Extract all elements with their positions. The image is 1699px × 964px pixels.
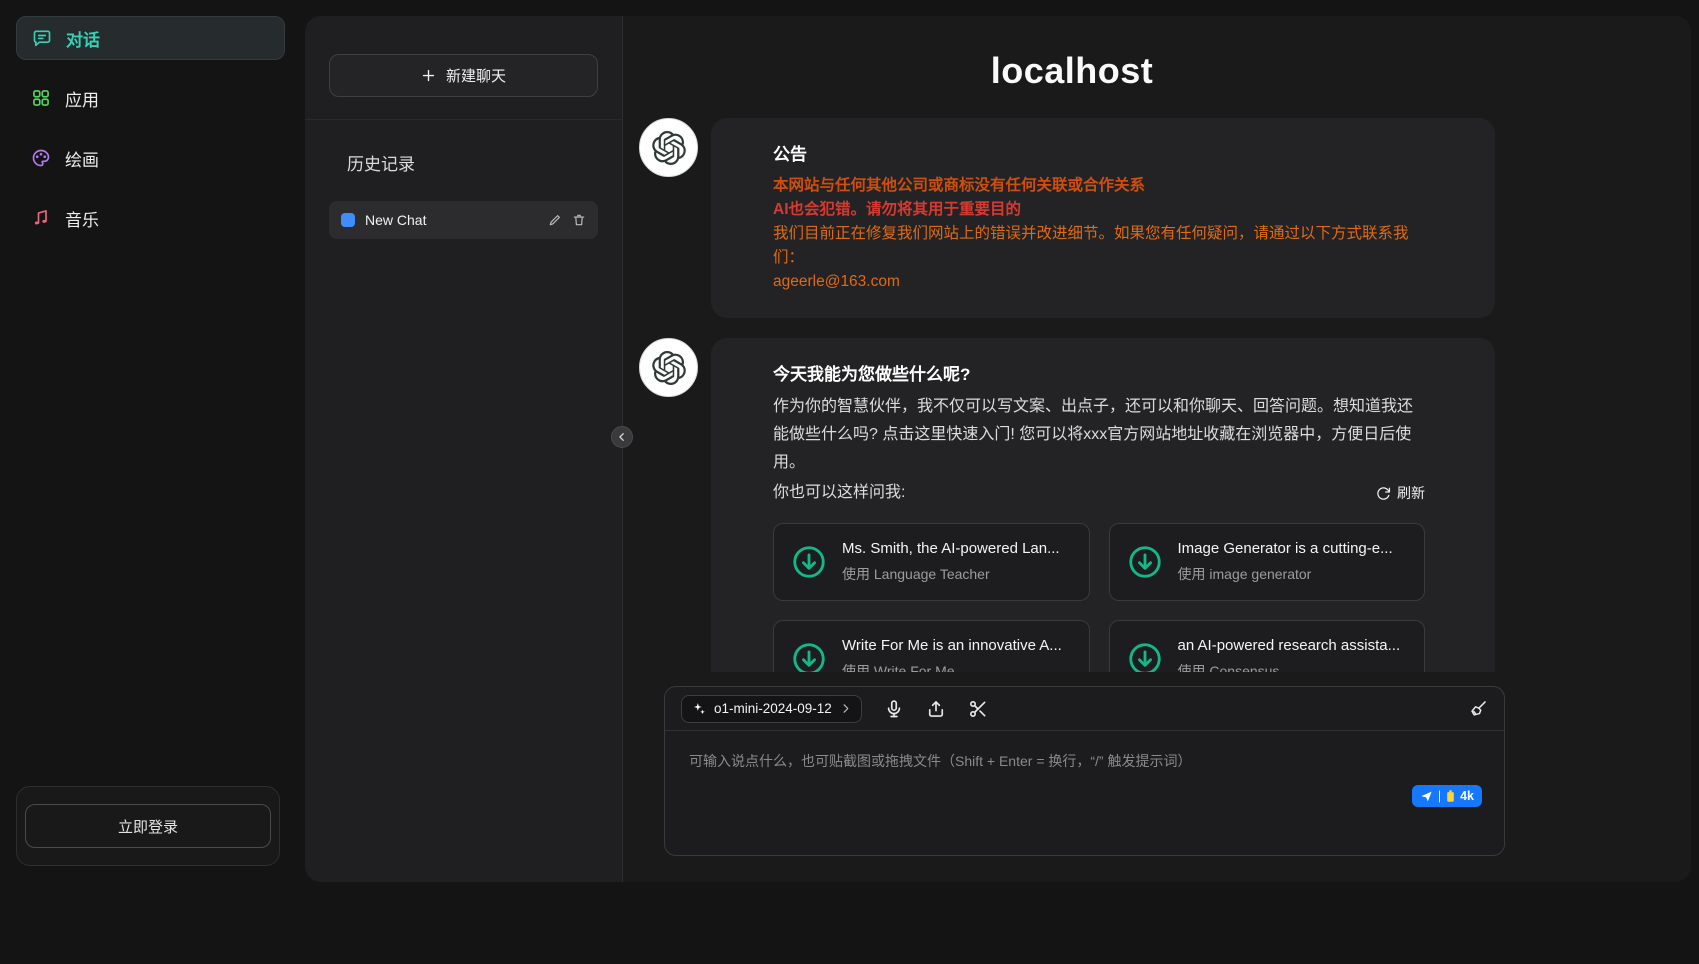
history-divider bbox=[305, 119, 622, 120]
sidebar: 对话 应用 绘画 音乐 立即登录 bbox=[0, 0, 305, 964]
sidebar-item-label: 绘画 bbox=[65, 146, 99, 171]
suggestion-text: Image Generator is a cutting-e... 使用 ima… bbox=[1178, 540, 1393, 584]
login-button[interactable]: 立即登录 bbox=[25, 804, 271, 848]
chevron-icon bbox=[840, 703, 851, 714]
apps-icon bbox=[31, 88, 51, 108]
chat-icon bbox=[32, 28, 52, 48]
history-panel: 新建聊天 历史记录 New Chat bbox=[305, 16, 623, 882]
suggestion-icon bbox=[1126, 640, 1164, 672]
model-name: o1-mini-2024-09-12 bbox=[714, 701, 832, 716]
sidebar-item-label: 音乐 bbox=[65, 206, 99, 231]
announcement-title: 公告 bbox=[773, 140, 1425, 165]
bot-message-announcement: 公告 本网站与任何其他公司或商标没有任何关联或合作关系 AI也会犯错。请勿将其用… bbox=[639, 118, 1495, 318]
welcome-title: 今天我能为您做些什么呢? bbox=[773, 360, 1425, 385]
sidebar-item-chat[interactable]: 对话 bbox=[16, 16, 285, 60]
suggestion-icon bbox=[790, 543, 828, 581]
edit-icon[interactable] bbox=[548, 213, 562, 227]
token-count: 4k bbox=[1460, 789, 1474, 803]
refresh-label: 刷新 bbox=[1397, 483, 1425, 503]
welcome-bubble: 今天我能为您做些什么呢? 作为你的智慧伙伴，我不仅可以写文案、出点子，还可以和你… bbox=[711, 338, 1495, 672]
new-chat-label: 新建聊天 bbox=[446, 65, 506, 86]
model-sparkle-icon bbox=[692, 702, 706, 716]
bot-avatar-icon bbox=[652, 351, 686, 385]
bot-avatar-icon bbox=[652, 131, 686, 165]
suggestion-text: Write For Me is an innovative A... 使用 Wr… bbox=[842, 637, 1062, 672]
clear-context-button[interactable] bbox=[1468, 699, 1488, 719]
bot-message-welcome: 今天我能为您做些什么呢? 作为你的智慧伙伴，我不仅可以写文案、出点子，还可以和你… bbox=[639, 338, 1495, 672]
sidebar-item-label: 应用 bbox=[65, 86, 99, 111]
delete-icon[interactable] bbox=[572, 213, 586, 227]
suggestion-text: Ms. Smith, the AI-powered Lan... 使用 Lang… bbox=[842, 540, 1060, 584]
suggestion-title: an AI-powered research assista... bbox=[1178, 637, 1401, 654]
sidebar-item-music[interactable]: 音乐 bbox=[16, 196, 285, 240]
mic-button[interactable] bbox=[884, 699, 904, 719]
composer-body: | 4k bbox=[665, 731, 1504, 855]
suggestion-subtitle: 使用 Write For Me bbox=[842, 661, 1062, 672]
suggestion-title: Image Generator is a cutting-e... bbox=[1178, 540, 1393, 557]
suggestion-card[interactable]: Ms. Smith, the AI-powered Lan... 使用 Lang… bbox=[773, 523, 1090, 601]
suggestion-title: Write For Me is an innovative A... bbox=[842, 637, 1062, 654]
content-card: 新建聊天 历史记录 New Chat bbox=[305, 16, 1691, 882]
new-chat-button[interactable]: 新建聊天 bbox=[329, 54, 598, 97]
history-title: 历史记录 bbox=[347, 150, 598, 175]
sidebar-item-paint[interactable]: 绘画 bbox=[16, 136, 285, 180]
announcement-line-3: 我们目前正在修复我们网站上的错误并改进细节。如果您有任何疑问，请通过以下方式联系… bbox=[773, 222, 1425, 270]
composer-toolbar: o1-mini-2024-09-12 bbox=[665, 687, 1504, 731]
chat-message-list[interactable]: 公告 本网站与任何其他公司或商标没有任何关联或合作关系 AI也会犯错。请勿将其用… bbox=[639, 102, 1505, 672]
suggestion-subtitle: 使用 Language Teacher bbox=[842, 564, 1060, 584]
suggestion-icon bbox=[790, 640, 828, 672]
music-icon bbox=[31, 208, 51, 228]
suggestion-icon bbox=[1126, 543, 1164, 581]
ask-hint: 你也可以这样问我: bbox=[773, 479, 905, 507]
plus-icon bbox=[421, 68, 436, 83]
page-title: localhost bbox=[639, 50, 1505, 92]
announcement-email[interactable]: ageerle@163.com bbox=[773, 270, 1425, 294]
badge-divider: | bbox=[1438, 789, 1441, 803]
ask-row: 你也可以这样问我: 刷新 bbox=[773, 479, 1425, 507]
bot-avatar bbox=[639, 118, 698, 177]
chat-main: localhost 公告 本网站与任何其他公司或商标没有任何关联或合作关系 AI… bbox=[623, 16, 1691, 882]
suggestion-grid: Ms. Smith, the AI-powered Lan... 使用 Lang… bbox=[773, 523, 1425, 672]
model-selector[interactable]: o1-mini-2024-09-12 bbox=[681, 695, 862, 723]
suggestion-title: Ms. Smith, the AI-powered Lan... bbox=[842, 540, 1060, 557]
suggestion-text: an AI-powered research assista... 使用 Con… bbox=[1178, 637, 1401, 672]
bot-avatar bbox=[639, 338, 698, 397]
send-icon bbox=[1420, 790, 1433, 803]
chat-history-item[interactable]: New Chat bbox=[329, 201, 598, 239]
refresh-button[interactable]: 刷新 bbox=[1376, 483, 1425, 503]
suggestion-card[interactable]: an AI-powered research assista... 使用 Con… bbox=[1109, 620, 1426, 672]
announcement-bubble: 公告 本网站与任何其他公司或商标没有任何关联或合作关系 AI也会犯错。请勿将其用… bbox=[711, 118, 1495, 318]
composer: o1-mini-2024-09-12 bbox=[664, 686, 1505, 856]
scissors-button[interactable] bbox=[968, 699, 988, 719]
palette-icon bbox=[31, 148, 51, 168]
announcement-line-1: 本网站与任何其他公司或商标没有任何关联或合作关系 bbox=[773, 174, 1425, 198]
welcome-body: 作为你的智慧伙伴，我不仅可以写文案、出点子，还可以和你聊天、回答问题。想知道我还… bbox=[773, 393, 1425, 477]
announcement-line-2: AI也会犯错。请勿将其用于重要目的 bbox=[773, 198, 1425, 222]
suggestion-subtitle: 使用 Consensus bbox=[1178, 661, 1401, 672]
sidebar-item-apps[interactable]: 应用 bbox=[16, 76, 285, 120]
login-panel: 立即登录 bbox=[16, 786, 280, 866]
token-icon bbox=[1446, 790, 1455, 802]
sidebar-item-label: 对话 bbox=[66, 26, 100, 51]
collapse-sidebar-button[interactable] bbox=[611, 426, 633, 448]
token-badge[interactable]: | 4k bbox=[1412, 785, 1482, 807]
suggestion-card[interactable]: Image Generator is a cutting-e... 使用 ima… bbox=[1109, 523, 1426, 601]
collapse-icon bbox=[617, 432, 627, 442]
suggestion-subtitle: 使用 image generator bbox=[1178, 564, 1393, 584]
chat-input[interactable] bbox=[665, 731, 1504, 855]
refresh-icon bbox=[1376, 486, 1391, 501]
suggestion-card[interactable]: Write For Me is an innovative A... 使用 Wr… bbox=[773, 620, 1090, 672]
upload-button[interactable] bbox=[926, 699, 946, 719]
chat-item-title: New Chat bbox=[365, 212, 538, 228]
chat-item-icon bbox=[341, 213, 355, 227]
